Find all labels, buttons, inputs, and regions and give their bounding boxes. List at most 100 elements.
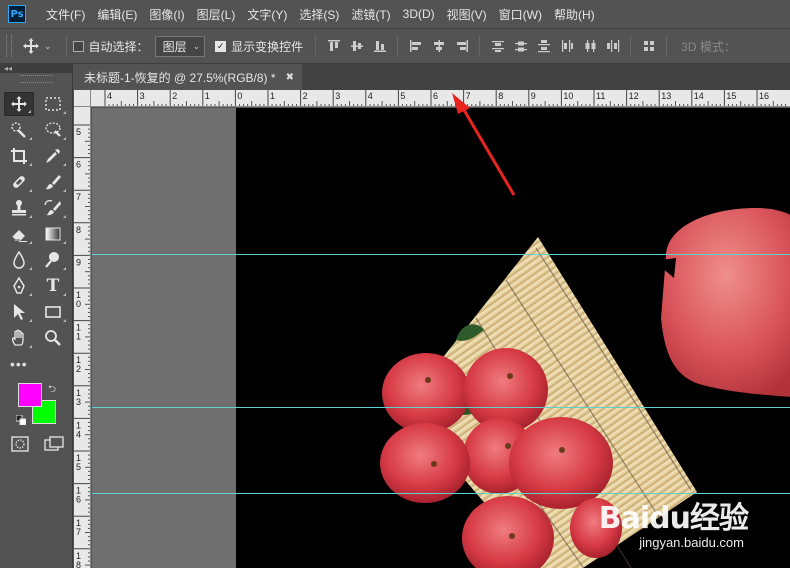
menu-edit[interactable]: 编辑(E) xyxy=(97,6,137,23)
quick-select-tool-icon[interactable] xyxy=(4,118,34,142)
distribute-right-icon[interactable] xyxy=(602,35,624,57)
move-tool-icon[interactable] xyxy=(4,92,34,116)
divider xyxy=(65,35,67,57)
close-icon[interactable]: ✖ xyxy=(286,72,294,83)
ruler-label: 15 xyxy=(726,91,736,101)
show-transform-checkbox[interactable]: ✓ xyxy=(215,40,227,52)
watermark-logo: Baidu经验 xyxy=(598,493,749,537)
auto-align-layers-icon[interactable] xyxy=(638,35,660,57)
align-bottom-edges-icon[interactable] xyxy=(369,35,391,57)
quick-mask-icon[interactable] xyxy=(11,436,29,452)
ruler-label: 1 xyxy=(205,91,210,101)
align-top-edges-icon[interactable] xyxy=(323,35,345,57)
ruler-label: 6 xyxy=(433,91,438,101)
horizontal-ruler[interactable]: 4 3 2 1 0 1 2 3 4 5 6 7 8 9 10 11 12 13 14 15 16 xyxy=(91,90,790,107)
ruler-label: 3 xyxy=(76,397,81,407)
hand-tool-icon[interactable] xyxy=(4,326,34,350)
crop-tool-icon[interactable] xyxy=(4,144,34,168)
ruler-label: 2 xyxy=(303,91,308,101)
canvas-workspace[interactable]: Baidu经验 jingyan.baidu.com xyxy=(92,108,790,568)
watermark-main-text: Baidu经验 xyxy=(598,501,749,536)
healing-brush-tool-icon[interactable] xyxy=(4,170,34,194)
clone-stamp-tool-icon[interactable] xyxy=(4,196,34,220)
align-vertical-centers-icon[interactable] xyxy=(346,35,368,57)
ruler-origin[interactable] xyxy=(74,90,91,107)
align-left-edges-icon[interactable] xyxy=(405,35,427,57)
menu-3d[interactable]: 3D(D) xyxy=(403,7,435,21)
default-colors-icon[interactable] xyxy=(15,414,27,426)
ruler-label: 7 xyxy=(76,192,81,202)
menu-help[interactable]: 帮助(H) xyxy=(554,6,595,23)
align-horizontal-centers-icon[interactable] xyxy=(428,35,450,57)
photoshop-logo-icon[interactable]: Ps xyxy=(8,5,26,23)
ruler-label: 0 xyxy=(76,299,81,309)
gradient-tool-icon[interactable] xyxy=(38,222,68,246)
vertical-ruler[interactable]: 56789101112131415161718 xyxy=(74,107,91,568)
options-bar-grip[interactable] xyxy=(6,35,12,57)
ruler-label: 5 xyxy=(76,127,81,137)
ruler-label: 10 xyxy=(563,91,573,101)
horizontal-guide[interactable] xyxy=(92,407,790,408)
show-transform-label: 显示变换控件 xyxy=(231,39,304,54)
menu-view[interactable]: 视图(V) xyxy=(447,6,487,23)
brush-tool-icon[interactable] xyxy=(38,170,68,194)
more-tools-icon[interactable]: ••• xyxy=(10,356,28,372)
distribute-horizontal-centers-icon[interactable] xyxy=(579,35,601,57)
ruler-label: 8 xyxy=(76,560,81,568)
move-tool-preset-icon[interactable] xyxy=(20,35,42,57)
menu-layer[interactable]: 图层(L) xyxy=(197,6,236,23)
menu-filter[interactable]: 滤镜(T) xyxy=(351,6,390,23)
document-tab-bar: 未标题-1-恢复的 @ 27.5%(RGB/8) * ✖ xyxy=(74,64,790,90)
ruler-label: 4 xyxy=(368,91,373,101)
tools-panel-grip[interactable] xyxy=(20,75,52,83)
auto-select-target-dropdown[interactable]: 图层 ⌄ xyxy=(154,35,206,57)
menu-select[interactable]: 选择(S) xyxy=(299,6,339,23)
zoom-tool-icon[interactable] xyxy=(38,326,68,350)
ruler-label: 5 xyxy=(76,462,81,472)
rectangle-tool-icon[interactable] xyxy=(38,300,68,324)
align-buttons xyxy=(322,35,660,57)
path-select-tool-icon[interactable] xyxy=(4,300,34,324)
document-tab[interactable]: 未标题-1-恢复的 @ 27.5%(RGB/8) * ✖ xyxy=(74,64,302,90)
screen-mode-icon[interactable] xyxy=(44,436,64,452)
chevron-down-icon[interactable]: ⌄ xyxy=(44,41,52,52)
type-tool-icon[interactable]: T xyxy=(38,274,68,298)
distribute-top-icon[interactable] xyxy=(487,35,509,57)
3d-mode-label: 3D 模式： xyxy=(681,39,736,54)
ruler-label: 3 xyxy=(335,91,340,101)
swap-colors-icon[interactable]: ⮌ xyxy=(48,382,56,399)
eraser-tool-icon[interactable] xyxy=(4,222,34,246)
menu-type[interactable]: 文字(Y) xyxy=(247,6,287,23)
horizontal-guide[interactable] xyxy=(92,254,790,255)
marquee-tool-icon[interactable] xyxy=(38,92,68,116)
menu-file[interactable]: 文件(F) xyxy=(46,6,85,23)
tools-panel-collapse-icon[interactable]: ◂◂ xyxy=(0,64,72,73)
ruler-label: 8 xyxy=(498,91,503,101)
ruler-label: 11 xyxy=(596,91,605,101)
auto-select-label: 自动选择： xyxy=(88,39,149,54)
menu-image[interactable]: 图像(I) xyxy=(149,6,184,23)
ruler-label: 16 xyxy=(759,91,769,101)
ruler-label: 7 xyxy=(466,91,471,101)
divider xyxy=(315,35,317,57)
lasso-tool-icon[interactable] xyxy=(38,118,68,142)
align-right-edges-icon[interactable] xyxy=(451,35,473,57)
options-bar: ⌄ 自动选择： 图层 ⌄ ✓ 显示变换控件 3D 模式： xyxy=(0,28,790,64)
auto-select-checkbox[interactable] xyxy=(72,40,84,52)
divider xyxy=(630,35,632,57)
pen-tool-icon[interactable] xyxy=(4,274,34,298)
ruler-label: 4 xyxy=(107,91,112,101)
history-brush-tool-icon[interactable] xyxy=(38,196,68,220)
ruler-label: 2 xyxy=(172,91,177,101)
tools-panel: ◂◂ T ••• ⮌ xyxy=(0,64,73,568)
distribute-left-icon[interactable] xyxy=(556,35,578,57)
ruler-label: 5 xyxy=(400,91,405,101)
eyedropper-tool-icon[interactable] xyxy=(38,144,68,168)
foreground-color-swatch[interactable] xyxy=(18,383,42,407)
blur-tool-icon[interactable] xyxy=(4,248,34,272)
distribute-vertical-centers-icon[interactable] xyxy=(510,35,532,57)
document-tab-title: 未标题-1-恢复的 @ 27.5%(RGB/8) * xyxy=(84,70,276,85)
distribute-bottom-icon[interactable] xyxy=(533,35,555,57)
dodge-tool-icon[interactable] xyxy=(38,248,68,272)
menu-window[interactable]: 窗口(W) xyxy=(499,6,542,23)
